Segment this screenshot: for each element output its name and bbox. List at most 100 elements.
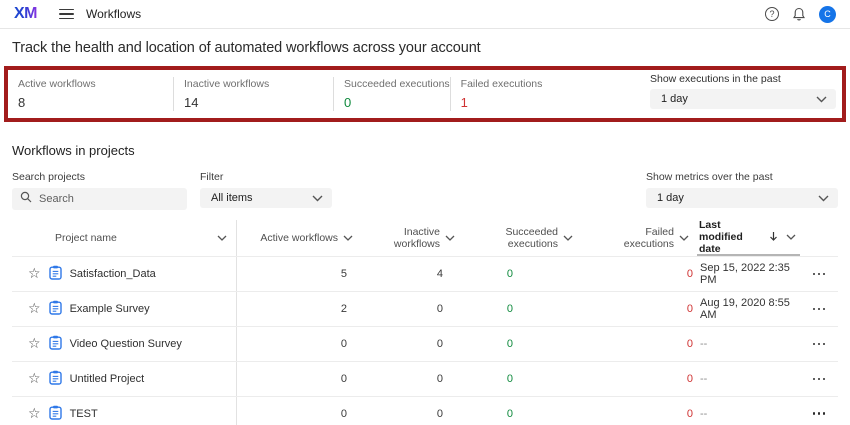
table-row: ☆ TEST 0 0 0 0 --: [12, 396, 838, 425]
chevron-down-icon[interactable]: [679, 232, 689, 244]
notifications-icon[interactable]: [792, 7, 806, 22]
column-label: Failed executions: [612, 226, 674, 250]
project-name-link[interactable]: Video Question Survey: [70, 338, 182, 350]
section-title: Workflows in projects: [12, 143, 838, 158]
chevron-down-icon[interactable]: [563, 232, 573, 244]
chevron-down-icon[interactable]: [445, 232, 455, 244]
survey-project-icon: [49, 370, 62, 388]
favorite-star-icon[interactable]: ☆: [28, 372, 41, 386]
stat-label: Inactive workflows: [184, 78, 333, 90]
row-more-menu-button[interactable]: [800, 362, 838, 396]
column-header-failed-executions[interactable]: Failed executions: [575, 220, 697, 256]
column-label: Project name: [55, 232, 117, 244]
topbar: XM Workflows C: [0, 0, 850, 29]
project-name-link[interactable]: Untitled Project: [70, 373, 145, 385]
failed-executions-value: 0: [575, 303, 697, 315]
column-label: Succeeded executions: [496, 226, 558, 250]
executions-period-select[interactable]: 1 day: [650, 89, 836, 109]
succeeded-executions-value: 0: [455, 408, 575, 420]
table-row: ☆ Video Question Survey 0 0 0 0 --: [12, 326, 838, 361]
table-controls: Search projects Filter All items Show me…: [12, 171, 838, 210]
failed-executions-value: 0: [575, 373, 697, 385]
filter-select[interactable]: All items: [200, 188, 332, 208]
inactive-workflows-value: 0: [355, 408, 455, 420]
stat-value: 8: [18, 95, 173, 110]
metrics-period-select[interactable]: 1 day: [646, 188, 838, 208]
stat-label: Failed executions: [461, 78, 543, 90]
active-workflows-value: 5: [237, 268, 355, 280]
stat-value: 14: [184, 95, 333, 110]
help-icon[interactable]: [765, 7, 779, 21]
stat-label: Succeeded executions: [344, 78, 450, 90]
table-row: ☆ Untitled Project 0 0 0 0 --: [12, 361, 838, 396]
chevron-down-icon: [816, 96, 827, 103]
table-row: ☆ Satisfaction_Data 5 4 0 0 Sep 15, 2022…: [12, 256, 838, 291]
favorite-star-icon[interactable]: ☆: [28, 337, 41, 351]
last-modified-value: --: [697, 338, 800, 350]
row-more-menu-button[interactable]: [800, 397, 838, 425]
chevron-down-icon[interactable]: [786, 231, 796, 243]
search-label: Search projects: [12, 171, 187, 183]
filter-value: All items: [211, 192, 253, 204]
chevron-down-icon: [818, 195, 829, 202]
row-more-menu-button[interactable]: [800, 292, 838, 326]
metrics-period-label: Show metrics over the past: [646, 171, 838, 183]
last-modified-value: --: [697, 373, 800, 385]
avatar[interactable]: C: [819, 6, 836, 23]
column-header-last-modified-date[interactable]: Last modified date: [697, 220, 800, 256]
xm-logo: XM: [14, 5, 37, 23]
stat-failed-executions: Failed executions 1: [451, 70, 543, 118]
succeeded-executions-value: 0: [455, 338, 575, 350]
column-header-project-name[interactable]: Project name: [12, 220, 237, 256]
sort-descending-icon[interactable]: [769, 231, 778, 244]
project-name-link[interactable]: Satisfaction_Data: [70, 268, 156, 280]
inactive-workflows-value: 0: [355, 303, 455, 315]
survey-project-icon: [49, 265, 62, 283]
stat-succeeded-executions: Succeeded executions 0: [334, 70, 450, 118]
executions-period-value: 1 day: [661, 93, 688, 105]
inactive-workflows-value: 0: [355, 373, 455, 385]
search-box[interactable]: [12, 188, 187, 210]
active-workflows-value: 0: [237, 338, 355, 350]
stat-value: 0: [344, 95, 450, 110]
succeeded-executions-value: 0: [455, 303, 575, 315]
summary-bar-annotation-highlight: Active workflows 8 Inactive workflows 14…: [4, 66, 846, 122]
row-more-menu-button[interactable]: [800, 257, 838, 291]
active-workflows-value: 0: [237, 408, 355, 420]
chevron-down-icon: [312, 195, 323, 202]
stat-label: Active workflows: [18, 78, 173, 90]
chevron-down-icon[interactable]: [343, 232, 353, 244]
table-row: ☆ Example Survey 2 0 0 0 Aug 19, 2020 8:…: [12, 291, 838, 326]
projects-table: Project name Active workflows Inactive w…: [12, 220, 838, 425]
favorite-star-icon[interactable]: ☆: [28, 302, 41, 316]
table-body: ☆ Satisfaction_Data 5 4 0 0 Sep 15, 2022…: [12, 256, 838, 425]
survey-project-icon: [49, 335, 62, 353]
topbar-title: Workflows: [86, 7, 141, 21]
page-title: Track the health and location of automat…: [12, 40, 838, 56]
favorite-star-icon[interactable]: ☆: [28, 407, 41, 421]
succeeded-executions-value: 0: [455, 268, 575, 280]
active-workflows-value: 0: [237, 373, 355, 385]
menu-icon[interactable]: [59, 9, 74, 20]
column-header-succeeded-executions[interactable]: Succeeded executions: [455, 220, 575, 256]
survey-project-icon: [49, 405, 62, 423]
project-name-link[interactable]: TEST: [70, 408, 98, 420]
favorite-star-icon[interactable]: ☆: [28, 267, 41, 281]
last-modified-value: Sep 15, 2022 2:35 PM: [697, 262, 800, 286]
last-modified-value: --: [697, 408, 800, 420]
column-header-active-workflows[interactable]: Active workflows: [237, 220, 355, 256]
column-header-inactive-workflows[interactable]: Inactive workflows: [355, 220, 455, 256]
filter-label: Filter: [200, 171, 332, 183]
row-more-menu-button[interactable]: [800, 327, 838, 361]
chevron-down-icon[interactable]: [217, 235, 227, 241]
failed-executions-value: 0: [575, 268, 697, 280]
column-label: Last modified date: [699, 219, 761, 255]
search-input[interactable]: [39, 193, 179, 205]
failed-executions-value: 0: [575, 338, 697, 350]
failed-executions-value: 0: [575, 408, 697, 420]
survey-project-icon: [49, 300, 62, 318]
table-header-row: Project name Active workflows Inactive w…: [12, 220, 838, 256]
last-modified-value: Aug 19, 2020 8:55 AM: [697, 297, 800, 321]
column-label: Active workflows: [260, 232, 338, 244]
project-name-link[interactable]: Example Survey: [70, 303, 150, 315]
